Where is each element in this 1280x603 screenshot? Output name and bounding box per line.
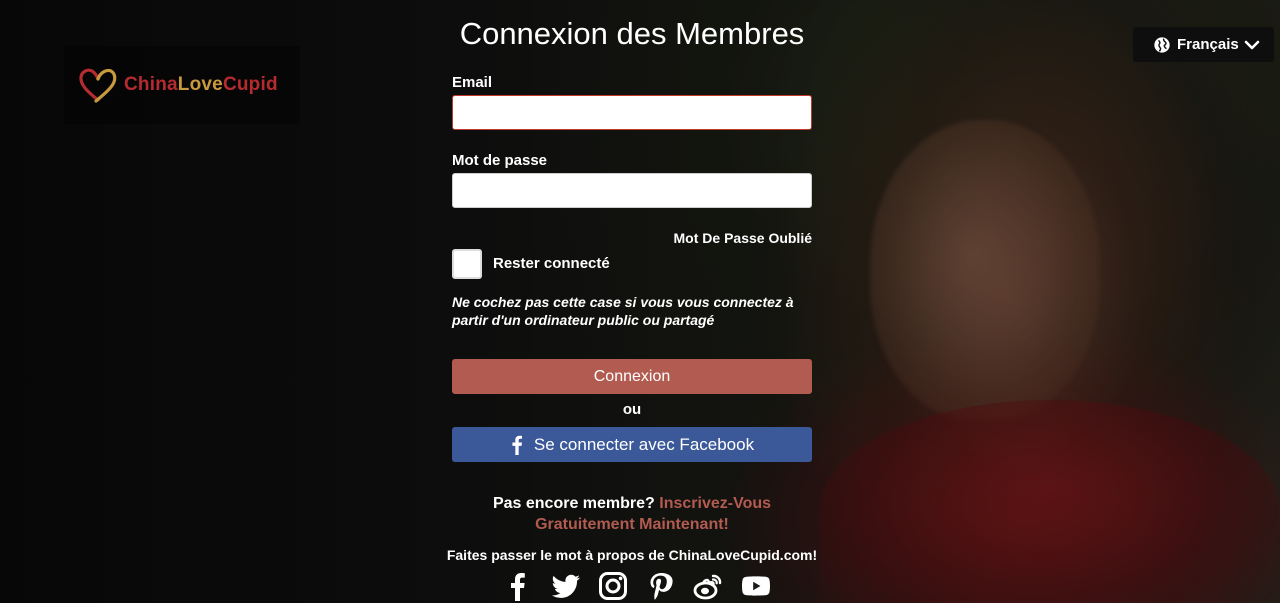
forgot-password-link[interactable]: Mot De Passe Oublié — [612, 230, 812, 246]
language-selector[interactable]: Français — [1133, 27, 1274, 62]
pinterest-share-link[interactable] — [645, 570, 677, 602]
pinterest-icon — [650, 573, 673, 600]
logo-text-china: China — [124, 74, 178, 95]
logo-text: ChinaLoveCupid — [124, 74, 278, 96]
email-field[interactable] — [452, 95, 812, 130]
instagram-share-link[interactable] — [597, 570, 629, 602]
heart-icon — [79, 68, 117, 103]
public-computer-note: Ne cochez pas cette case si vous vous co… — [452, 294, 794, 328]
signup-prompt-text: Pas encore membre? — [492, 495, 655, 512]
email-label: Email — [452, 74, 493, 91]
social-links — [502, 570, 772, 603]
remember-me-checkbox[interactable] — [452, 249, 482, 279]
language-selected: Français — [1177, 36, 1239, 53]
facebook-icon — [512, 435, 522, 455]
weibo-share-link[interactable] — [692, 570, 724, 602]
instagram-icon — [599, 572, 628, 600]
weibo-icon — [693, 574, 722, 600]
facebook-icon — [511, 573, 525, 601]
chevron-down-icon — [1244, 40, 1260, 49]
login-button[interactable]: Connexion — [452, 359, 812, 394]
remember-me-label: Rester connecté — [493, 255, 610, 272]
facebook-login-button[interactable]: Se connecter avec Facebook — [452, 427, 812, 462]
facebook-login-label: Se connecter avec Facebook — [533, 434, 755, 454]
youtube-share-link[interactable] — [740, 570, 772, 602]
facebook-share-link[interactable] — [502, 570, 534, 602]
password-field[interactable] — [452, 173, 812, 208]
share-text: Faites passer le mot à propos de ChinaLo… — [446, 547, 818, 563]
logo-text-love: Love — [177, 74, 223, 95]
twitter-icon — [551, 574, 580, 598]
login-page: ChinaLoveCupid Français Connexion des Me… — [0, 0, 1280, 603]
twitter-share-link[interactable] — [550, 570, 582, 602]
signup-prompt: Pas encore membre? Inscrivez-Vous Gratui… — [452, 493, 812, 535]
globe-icon — [1154, 36, 1170, 53]
logo-text-cupid: Cupid — [222, 74, 278, 95]
password-label: Mot de passe — [452, 152, 548, 169]
page-title: Connexion des Membres — [459, 16, 805, 51]
or-separator: ou — [622, 401, 642, 418]
site-logo[interactable]: ChinaLoveCupid — [64, 46, 300, 124]
youtube-icon — [741, 576, 770, 596]
